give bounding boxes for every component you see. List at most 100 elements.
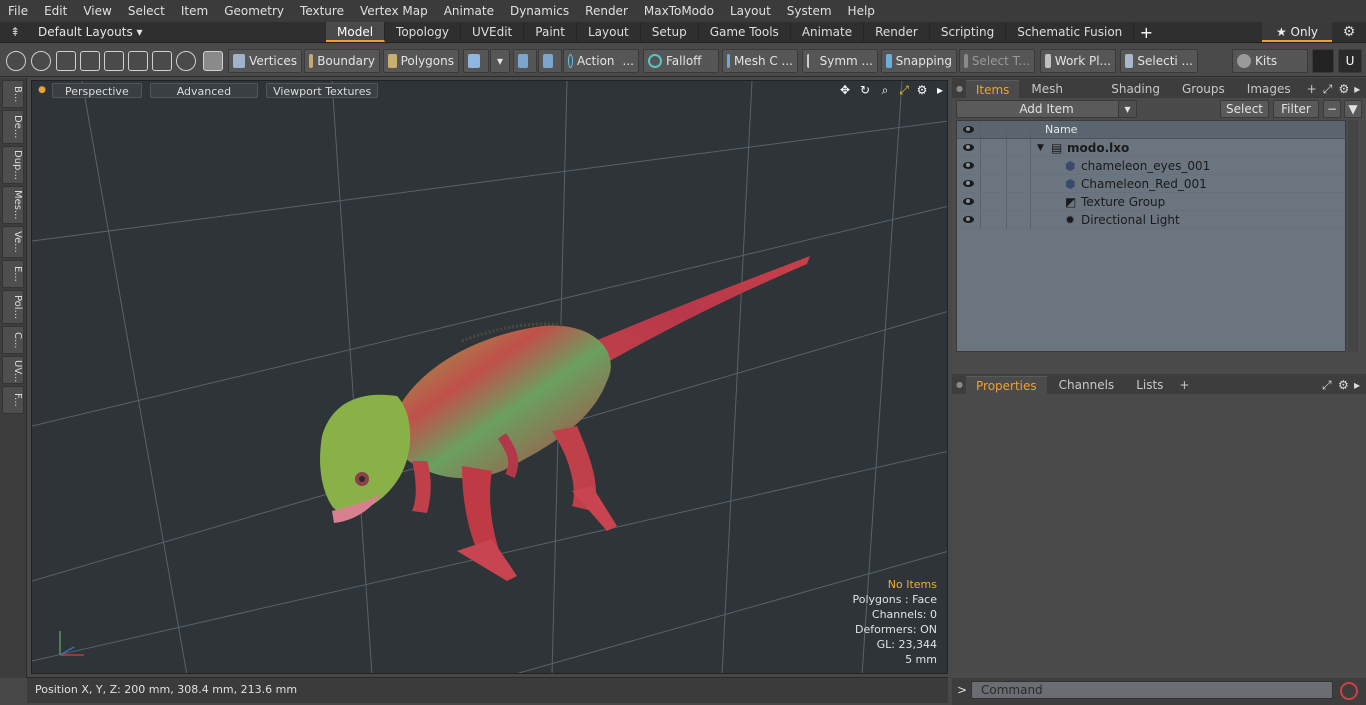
- tab-lists[interactable]: Lists: [1126, 376, 1173, 394]
- tab-mesh-ops[interactable]: Mesh Ops: [1021, 80, 1099, 114]
- expand-arrow-icon[interactable]: ⇞: [0, 25, 30, 39]
- mesh-constraint-button[interactable]: Mesh C ...: [722, 49, 798, 73]
- mode-dropdown-button[interactable]: ▾: [490, 49, 510, 73]
- tab-schematic-fusion[interactable]: Schematic Fusion: [1006, 22, 1135, 42]
- menu-select[interactable]: Select: [120, 0, 173, 22]
- panel-dot-icon[interactable]: ●: [952, 376, 966, 394]
- eye-icon[interactable]: [963, 144, 974, 151]
- menu-geometry[interactable]: Geometry: [216, 0, 292, 22]
- default-layouts-dropdown[interactable]: Default Layouts ▾: [30, 25, 326, 39]
- tab-setup[interactable]: Setup: [641, 22, 699, 42]
- tab-scripting[interactable]: Scripting: [930, 22, 1007, 42]
- add-panel-tab-icon[interactable]: +: [1303, 80, 1321, 98]
- visibility-column-icon[interactable]: [957, 121, 981, 138]
- item-mode-icon[interactable]: [203, 51, 223, 71]
- viewport-arrow-icon[interactable]: ▸: [931, 83, 947, 97]
- lock-column-icon[interactable]: [981, 121, 1007, 138]
- selection-sets-button[interactable]: Selecti ...: [1120, 49, 1198, 73]
- tab-properties[interactable]: Properties: [966, 376, 1047, 394]
- tab-shading[interactable]: Shading: [1101, 80, 1170, 98]
- menu-maxtomodo[interactable]: MaxToModo: [636, 0, 722, 22]
- funnel-filter-icon[interactable]: ▼: [1344, 100, 1362, 118]
- panel-arrow-icon[interactable]: ▸: [1354, 376, 1366, 394]
- eye-icon[interactable]: [963, 162, 974, 169]
- pen-icon[interactable]: [56, 51, 76, 71]
- vertices-button[interactable]: Vertices: [228, 49, 302, 73]
- select-button[interactable]: Select: [1220, 100, 1269, 118]
- viewport-dot-icon[interactable]: ●: [32, 85, 52, 95]
- menu-layout[interactable]: Layout: [722, 0, 779, 22]
- menu-edit[interactable]: Edit: [36, 0, 75, 22]
- item-row-directional-light[interactable]: ✹ Directional Light: [957, 211, 1345, 229]
- menu-render[interactable]: Render: [577, 0, 636, 22]
- rotate-view-icon[interactable]: ↻: [855, 83, 875, 97]
- action-center-button[interactable]: Action...: [563, 49, 639, 73]
- perspective-dropdown[interactable]: Perspective: [52, 82, 142, 98]
- align-icon[interactable]: [104, 51, 124, 71]
- menu-view[interactable]: View: [75, 0, 119, 22]
- item-row-modo-lxo[interactable]: ▼ ▤ modo.lxo: [957, 139, 1345, 157]
- add-item-button[interactable]: Add Item: [956, 100, 1137, 118]
- tab-game-tools[interactable]: Game Tools: [699, 22, 791, 42]
- add-tab-icon[interactable]: +: [1134, 23, 1158, 42]
- filter-button[interactable]: Filter: [1273, 100, 1319, 118]
- boundary-button[interactable]: Boundary: [304, 49, 380, 73]
- gear-icon[interactable]: ⚙: [1332, 24, 1366, 40]
- add-item-dropdown-icon[interactable]: ▾: [1118, 100, 1137, 118]
- tab-render[interactable]: Render: [864, 22, 930, 42]
- symmetry-button[interactable]: Symm ...: [802, 49, 878, 73]
- item-row-chameleon-eyes[interactable]: ⬢ chameleon_eyes_001: [957, 157, 1345, 175]
- material-mode-button[interactable]: [463, 49, 489, 73]
- tab-topology[interactable]: Topology: [385, 22, 462, 42]
- record-icon[interactable]: [1340, 682, 1358, 700]
- tab-images[interactable]: Images: [1237, 80, 1301, 98]
- viewport-textures-dropdown[interactable]: Viewport Textures: [266, 82, 379, 98]
- menu-file[interactable]: File: [0, 0, 36, 22]
- panel-arrow-icon[interactable]: ▸: [1354, 80, 1366, 98]
- panel-dot-icon[interactable]: ●: [952, 80, 966, 98]
- left-tab-duplicate[interactable]: Dup...: [2, 146, 24, 184]
- symmetry-y-button[interactable]: [538, 49, 562, 73]
- brush-icon[interactable]: [80, 51, 100, 71]
- left-tab-deform[interactable]: De...: [2, 110, 24, 144]
- snapping-button[interactable]: Snapping: [881, 49, 957, 73]
- zoom-view-icon[interactable]: ⌕: [875, 83, 895, 98]
- command-input[interactable]: Command: [971, 681, 1333, 699]
- left-tab-basic[interactable]: B...: [2, 80, 24, 108]
- tab-animate[interactable]: Animate: [791, 22, 865, 42]
- advanced-dropdown[interactable]: Advanced: [149, 82, 259, 98]
- menu-vertex-map[interactable]: Vertex Map: [352, 0, 436, 22]
- maximize-view-icon[interactable]: ⤢: [895, 83, 913, 98]
- 3d-viewport[interactable]: ● Perspective Advanced Viewport Textures…: [31, 80, 948, 674]
- symmetry-x-button[interactable]: [513, 49, 537, 73]
- tab-layout[interactable]: Layout: [577, 22, 641, 42]
- menu-texture[interactable]: Texture: [292, 0, 352, 22]
- viewport-gear-icon[interactable]: ⚙: [913, 83, 931, 97]
- only-toggle[interactable]: ★ Only: [1262, 22, 1332, 42]
- eye-icon[interactable]: [963, 180, 974, 187]
- panel-maximize-icon[interactable]: ⤢: [1323, 80, 1339, 98]
- left-tab-polygon[interactable]: Pol...: [2, 290, 24, 324]
- item-row-chameleon-red[interactable]: ⬢ Chameleon_Red_001: [957, 175, 1345, 193]
- eye-icon[interactable]: [963, 216, 974, 223]
- menu-item[interactable]: Item: [173, 0, 216, 22]
- globe-icon[interactable]: [31, 51, 51, 71]
- unreal-logo-icon[interactable]: U: [1338, 49, 1362, 73]
- select-through-button[interactable]: Select T...: [959, 49, 1035, 73]
- rotate-icon[interactable]: [176, 51, 196, 71]
- falloff-button[interactable]: Falloff: [643, 49, 719, 73]
- add-props-tab-icon[interactable]: +: [1175, 376, 1193, 394]
- panel-gear-icon[interactable]: ⚙: [1338, 376, 1354, 394]
- move-view-icon[interactable]: ✥: [835, 83, 855, 97]
- left-tab-edge[interactable]: E...: [2, 260, 24, 288]
- center-icon[interactable]: [128, 51, 148, 71]
- collapse-icon[interactable]: −: [1323, 100, 1341, 118]
- panel-maximize-icon[interactable]: ⤢: [1322, 376, 1338, 394]
- items-scrollbar[interactable]: [1348, 120, 1358, 352]
- cube-icon[interactable]: [1312, 49, 1334, 73]
- tab-items[interactable]: Items: [965, 80, 1020, 98]
- menu-system[interactable]: System: [779, 0, 840, 22]
- menu-help[interactable]: Help: [840, 0, 883, 22]
- work-plane-button[interactable]: Work Pl...: [1040, 49, 1116, 73]
- kits-button[interactable]: Kits: [1232, 49, 1308, 73]
